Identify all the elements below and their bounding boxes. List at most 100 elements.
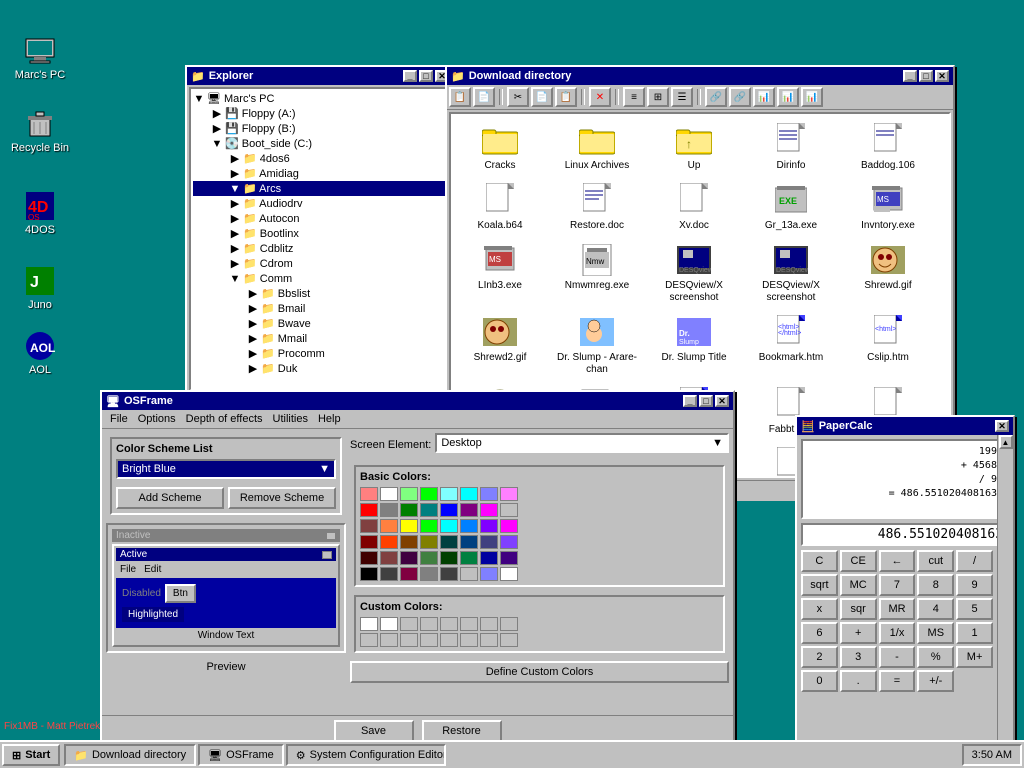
calc-btn-[interactable]: . <box>840 670 877 692</box>
file-item-bookmark[interactable]: <html></html> Bookmark.htm <box>746 310 836 380</box>
tree-item-autocon[interactable]: ▶ 📁 Autocon <box>193 211 447 226</box>
calc-btn-6[interactable]: 6 <box>801 622 838 644</box>
tree-item-floppy-a[interactable]: ▶ 💾 Floppy (A:) <box>193 106 447 121</box>
basic-color-swatch[interactable] <box>400 567 418 581</box>
toolbar-btn-1[interactable]: 📋 <box>449 87 471 107</box>
basic-color-swatch[interactable] <box>420 535 438 549</box>
basic-color-swatch[interactable] <box>360 535 378 549</box>
tree-item-marcpc[interactable]: ▼ 🖥 Marc's PC <box>193 91 447 106</box>
basic-color-swatch[interactable] <box>500 519 518 533</box>
file-item-nmwmreg[interactable]: Nmw Nmwmreg.exe <box>552 238 642 308</box>
basic-color-swatch[interactable] <box>380 503 398 517</box>
menu-depth[interactable]: Depth of effects <box>182 412 267 426</box>
calc-btn-mr[interactable]: MR <box>879 598 916 620</box>
basic-color-swatch[interactable] <box>480 519 498 533</box>
calc-btn-x[interactable]: x <box>801 598 838 620</box>
calc-btn-2[interactable]: 2 <box>801 646 838 668</box>
toolbar-btn-copy[interactable]: 📄 <box>531 87 553 107</box>
basic-color-swatch[interactable] <box>440 551 458 565</box>
tree-item-duk[interactable]: ▶ 📁 Duk <box>193 361 447 376</box>
basic-color-swatch[interactable] <box>360 503 378 517</box>
tree-item-bmail[interactable]: ▶ 📁 Bmail <box>193 301 447 316</box>
my-computer-icon[interactable]: Marc's PC <box>8 35 72 81</box>
basic-color-swatch[interactable] <box>380 519 398 533</box>
basic-color-swatch[interactable] <box>420 567 438 581</box>
basic-color-swatch[interactable] <box>400 519 418 533</box>
basic-color-swatch[interactable] <box>500 567 518 581</box>
osframe-titlebar[interactable]: 🖥 OSFrame _ □ ✕ <box>102 392 733 410</box>
menu-file[interactable]: File <box>106 412 132 426</box>
toolbar-btn-9[interactable]: 🔗 <box>729 87 751 107</box>
remove-scheme-button[interactable]: Remove Scheme <box>228 487 336 509</box>
calc-btn-0[interactable]: 0 <box>801 670 838 692</box>
tree-item-4dos6[interactable]: ▶ 📁 4dos6 <box>193 151 447 166</box>
calc-btn-ce[interactable]: CE <box>840 550 877 572</box>
calc-btn-5[interactable]: 5 <box>956 598 993 620</box>
file-item-desqview1[interactable]: DESQview DESQview/X screenshot <box>649 238 739 308</box>
calc-btn-[interactable]: ← <box>879 550 916 572</box>
basic-color-swatch[interactable] <box>420 503 438 517</box>
toolbar-btn-11[interactable]: 📊 <box>777 87 799 107</box>
download-close[interactable]: ✕ <box>935 70 949 82</box>
basic-color-swatch[interactable] <box>460 503 478 517</box>
download-minimize[interactable]: _ <box>903 70 917 82</box>
tree-item-cdrom[interactable]: ▶ 📁 Cdrom <box>193 256 447 271</box>
taskbar-btn-download[interactable]: 📁 Download directory <box>64 744 196 766</box>
calc-btn-4[interactable]: 4 <box>917 598 954 620</box>
file-item-up[interactable]: ↑ Up <box>649 118 739 176</box>
basic-color-swatch[interactable] <box>480 567 498 581</box>
custom-color-swatch[interactable] <box>500 633 518 647</box>
toolbar-btn-5[interactable]: ≡ <box>623 87 645 107</box>
basic-color-swatch[interactable] <box>480 535 498 549</box>
basic-color-swatch[interactable] <box>400 535 418 549</box>
screen-element-dropdown[interactable]: Desktop ▼ <box>435 433 729 453</box>
file-item-gr13a[interactable]: EXE Gr_13a.exe <box>746 178 836 236</box>
restore-button[interactable]: Restore <box>422 720 502 742</box>
recycle-bin-icon[interactable]: Recycle Bin <box>8 108 72 154</box>
basic-color-swatch[interactable] <box>440 487 458 501</box>
custom-color-swatch[interactable] <box>480 617 498 631</box>
osframe-close[interactable]: ✕ <box>715 395 729 407</box>
add-scheme-button[interactable]: Add Scheme <box>116 487 224 509</box>
file-item-drslump[interactable]: Dr. Slump - Arare-chan <box>552 310 642 380</box>
save-button[interactable]: Save <box>334 720 414 742</box>
aol-icon[interactable]: AOL AOL <box>8 330 72 376</box>
tree-item-bwave[interactable]: ▶ 📁 Bwave <box>193 316 447 331</box>
tree-item-procomm[interactable]: ▶ 📁 Procomm <box>193 346 447 361</box>
basic-color-swatch[interactable] <box>380 487 398 501</box>
file-item-xvdoc[interactable]: Xv.doc <box>649 178 739 236</box>
calc-btn-[interactable]: / <box>956 550 993 572</box>
calc-btn-[interactable]: + <box>840 622 877 644</box>
file-item-restore[interactable]: Restore.doc <box>552 178 642 236</box>
calc-btn-c[interactable]: C <box>801 550 838 572</box>
file-item-shrewd2[interactable]: Shrewd2.gif <box>455 310 545 380</box>
calc-btn-[interactable]: +/- <box>917 670 954 692</box>
basic-color-swatch[interactable] <box>360 551 378 565</box>
menu-utilities[interactable]: Utilities <box>269 412 312 426</box>
explorer-maximize[interactable]: □ <box>419 70 433 82</box>
calc-btn-[interactable]: = <box>879 670 916 692</box>
file-item-cracks[interactable]: Cracks <box>455 118 545 176</box>
start-button[interactable]: ⊞ Start <box>2 744 60 766</box>
toolbar-btn-7[interactable]: ☰ <box>671 87 693 107</box>
custom-color-swatch[interactable] <box>400 617 418 631</box>
calc-btn-sqr[interactable]: sqr <box>840 598 877 620</box>
papercalc-titlebar[interactable]: 🧮 PaperCalc ✕ <box>797 417 1013 435</box>
file-item-drslumptitle[interactable]: Dr.Slump Dr. Slump Title <box>649 310 739 380</box>
tree-item-mmail[interactable]: ▶ 📁 Mmail <box>193 331 447 346</box>
basic-color-swatch[interactable] <box>360 567 378 581</box>
custom-color-swatch[interactable] <box>420 633 438 647</box>
calc-btn-8[interactable]: 8 <box>917 574 954 596</box>
custom-color-swatch[interactable] <box>440 617 458 631</box>
toolbar-btn-10[interactable]: 📊 <box>753 87 775 107</box>
toolbar-btn-paste[interactable]: 📋 <box>555 87 577 107</box>
tree-item-audiodrv[interactable]: ▶ 📁 Audiodrv <box>193 196 447 211</box>
explorer-titlebar[interactable]: 📁 Explorer _ □ ✕ <box>187 67 453 85</box>
basic-color-swatch[interactable] <box>420 519 438 533</box>
calc-btn-mc[interactable]: MC <box>840 574 877 596</box>
basic-color-swatch[interactable] <box>380 567 398 581</box>
basic-color-swatch[interactable] <box>400 487 418 501</box>
taskbar-btn-osframe[interactable]: 🖥 OSFrame <box>198 744 284 766</box>
file-item-desqview2[interactable]: DESQview DESQview/X screenshot <box>746 238 836 308</box>
toolbar-btn-12[interactable]: 📊 <box>801 87 823 107</box>
